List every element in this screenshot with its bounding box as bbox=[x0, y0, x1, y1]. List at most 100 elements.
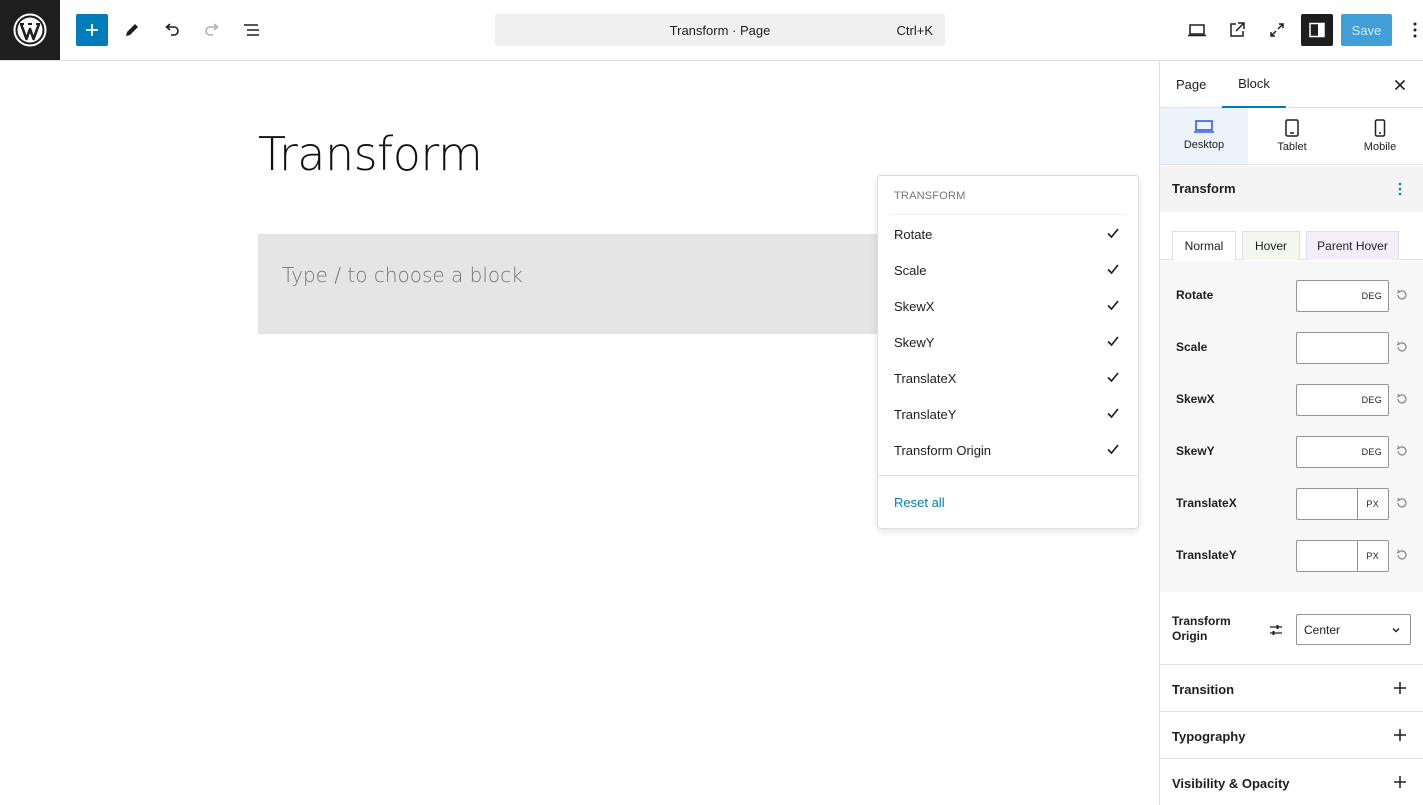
list-view-icon bbox=[244, 24, 259, 36]
transform-origin-row: Transform Origin Center bbox=[1160, 592, 1423, 665]
rotate-input[interactable]: DEG bbox=[1296, 280, 1389, 312]
fullscreen-icon bbox=[1270, 23, 1284, 37]
prop-row-translatex: TranslateX PX bbox=[1160, 469, 1423, 521]
document-overview-button[interactable] bbox=[236, 14, 268, 46]
value-box[interactable] bbox=[1297, 489, 1358, 519]
view-page-button[interactable] bbox=[1221, 14, 1253, 46]
prop-label: Rotate bbox=[1176, 288, 1214, 302]
scale-input[interactable] bbox=[1296, 332, 1389, 364]
settings-sidebar-toggle[interactable] bbox=[1301, 14, 1333, 46]
reset-all-button[interactable]: Reset all bbox=[894, 495, 945, 510]
check-icon bbox=[1107, 444, 1119, 455]
reset-icon[interactable] bbox=[1395, 496, 1409, 510]
unit-select[interactable]: PX bbox=[1366, 499, 1379, 509]
mobile-icon bbox=[1374, 119, 1386, 137]
prop-label: SkewX bbox=[1176, 392, 1215, 406]
reset-icon[interactable] bbox=[1395, 392, 1409, 406]
section-options-button[interactable] bbox=[1392, 178, 1408, 200]
translatex-input[interactable]: PX bbox=[1296, 488, 1389, 520]
prop-row-skewx: SkewX DEG bbox=[1160, 365, 1423, 417]
panel-typography[interactable]: Typography bbox=[1160, 712, 1423, 759]
document-title: Transform · Page bbox=[669, 22, 771, 38]
unit-label: DEG bbox=[1361, 395, 1382, 405]
reset-icon[interactable] bbox=[1395, 340, 1409, 354]
check-icon bbox=[1107, 264, 1119, 275]
redo-icon bbox=[205, 23, 219, 36]
wordpress-logo-button[interactable] bbox=[0, 0, 60, 60]
menu-item-skewy[interactable]: SkewY bbox=[878, 324, 1138, 360]
menu-divider bbox=[878, 475, 1138, 476]
transform-section-header: Transform bbox=[1160, 166, 1423, 212]
panel-transition[interactable]: Transition bbox=[1160, 665, 1423, 712]
skewy-input[interactable]: DEG bbox=[1296, 436, 1389, 468]
prop-row-scale: Scale bbox=[1160, 313, 1423, 365]
value-box[interactable] bbox=[1297, 541, 1358, 571]
undo-icon bbox=[165, 23, 179, 36]
fullscreen-button[interactable] bbox=[1261, 14, 1293, 46]
add-block-button[interactable] bbox=[76, 14, 108, 46]
reset-icon[interactable] bbox=[1395, 288, 1409, 302]
sidebar-tabs: Page Block bbox=[1160, 61, 1423, 108]
state-tabs: Normal Hover Parent Hover bbox=[1160, 212, 1423, 260]
menu-item-translatex[interactable]: TranslateX bbox=[878, 360, 1138, 396]
page-title[interactable]: Transform bbox=[258, 127, 483, 181]
external-link-icon bbox=[1230, 22, 1245, 37]
editor-header: Transform · Page Ctrl+K Save bbox=[0, 0, 1423, 61]
device-mobile[interactable]: Mobile bbox=[1336, 108, 1423, 164]
unit-select[interactable]: PX bbox=[1366, 551, 1379, 561]
transform-origin-select[interactable]: Center bbox=[1296, 614, 1411, 645]
preview-button[interactable] bbox=[1181, 14, 1213, 46]
prop-label: SkewY bbox=[1176, 444, 1215, 458]
options-menu-button[interactable] bbox=[1404, 14, 1423, 46]
sidebar-icon bbox=[1309, 22, 1325, 38]
panel-visibility-opacity[interactable]: Visibility & Opacity bbox=[1160, 759, 1423, 805]
tab-hover[interactable]: Hover bbox=[1242, 231, 1300, 260]
prop-row-skewy: SkewY DEG bbox=[1160, 417, 1423, 469]
prop-row-translatey: TranslateY PX bbox=[1160, 521, 1423, 573]
section-title: Transform bbox=[1172, 181, 1236, 196]
chevron-down-icon bbox=[1392, 628, 1400, 633]
more-vertical-icon bbox=[1413, 22, 1417, 38]
check-icon bbox=[1107, 372, 1119, 383]
tab-page[interactable]: Page bbox=[1176, 61, 1206, 108]
close-sidebar-button[interactable] bbox=[1388, 73, 1412, 97]
responsive-device-switcher: Desktop Tablet Mobile bbox=[1160, 108, 1423, 165]
plus-icon bbox=[1394, 682, 1406, 694]
unit-label: DEG bbox=[1361, 447, 1382, 457]
check-icon bbox=[1107, 300, 1119, 311]
default-block-appender[interactable]: Type / to choose a block bbox=[258, 234, 898, 334]
tablet-icon bbox=[1285, 119, 1299, 137]
skewx-input[interactable]: DEG bbox=[1296, 384, 1389, 416]
tab-block[interactable]: Block bbox=[1222, 61, 1286, 108]
tools-button[interactable] bbox=[116, 14, 148, 46]
menu-item-skewx[interactable]: SkewX bbox=[878, 288, 1138, 324]
device-desktop[interactable]: Desktop bbox=[1160, 108, 1248, 164]
origin-label: Transform Origin bbox=[1172, 614, 1231, 643]
plus-icon bbox=[86, 24, 98, 36]
wordpress-icon bbox=[13, 13, 47, 47]
menu-item-transform-origin[interactable]: Transform Origin bbox=[878, 432, 1138, 468]
check-icon bbox=[1107, 336, 1119, 347]
menu-item-translatey[interactable]: TranslateY bbox=[878, 396, 1138, 432]
prop-row-rotate: Rotate DEG bbox=[1160, 261, 1423, 313]
redo-button[interactable] bbox=[196, 14, 228, 46]
desktop-icon bbox=[1194, 120, 1214, 133]
undo-button[interactable] bbox=[156, 14, 188, 46]
shortcut-hint: Ctrl+K bbox=[896, 23, 933, 38]
sliders-icon[interactable] bbox=[1268, 622, 1284, 638]
translatey-input[interactable]: PX bbox=[1296, 540, 1389, 572]
device-tablet[interactable]: Tablet bbox=[1248, 108, 1336, 164]
reset-icon[interactable] bbox=[1395, 444, 1409, 458]
reset-icon[interactable] bbox=[1395, 548, 1409, 562]
transform-options-menu: TRANSFORM Rotate Scale SkewX SkewY Trans… bbox=[877, 175, 1139, 529]
close-icon bbox=[1394, 79, 1406, 91]
check-icon bbox=[1107, 408, 1119, 419]
settings-sidebar: Page Block Desktop Tablet Mobile Transfo… bbox=[1159, 61, 1423, 805]
check-icon bbox=[1107, 228, 1119, 239]
menu-item-scale[interactable]: Scale bbox=[878, 252, 1138, 288]
save-button[interactable]: Save bbox=[1341, 14, 1392, 46]
tab-normal[interactable]: Normal bbox=[1172, 231, 1236, 260]
menu-item-rotate[interactable]: Rotate bbox=[878, 216, 1138, 252]
tab-parent-hover[interactable]: Parent Hover bbox=[1306, 231, 1399, 260]
command-palette-bar[interactable]: Transform · Page Ctrl+K bbox=[495, 14, 945, 46]
